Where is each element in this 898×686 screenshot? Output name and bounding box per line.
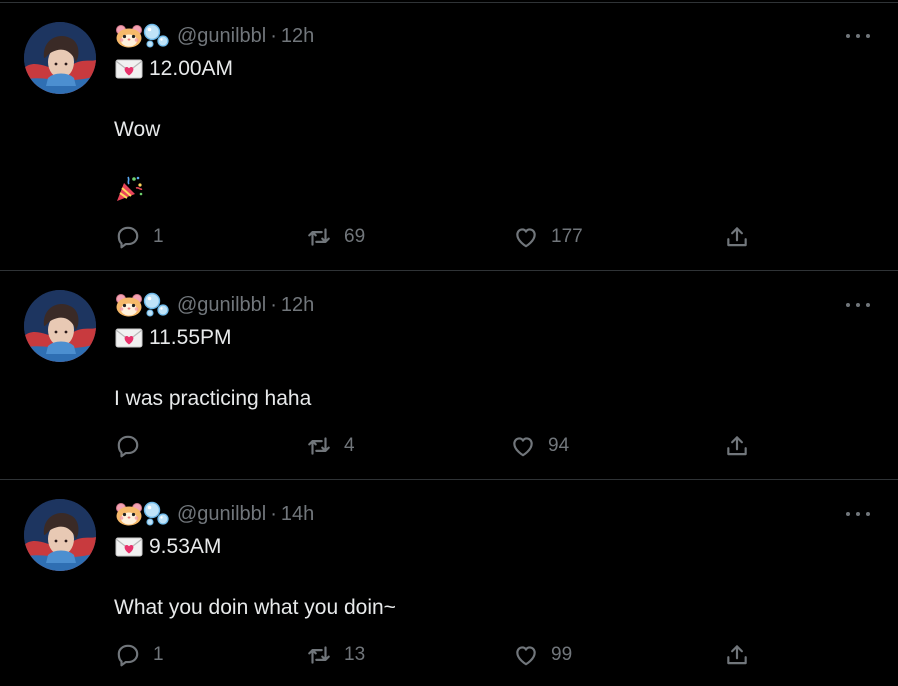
tweet-text: What you doin what you doin~ — [114, 596, 396, 619]
tweet-header: @gunilbbl · 12h — [115, 292, 314, 318]
love-letter-icon — [115, 327, 143, 349]
bubbles-icon — [141, 501, 171, 527]
party-popper-icon — [114, 174, 144, 204]
like-button[interactable]: 99 — [513, 642, 572, 668]
retweet-icon — [308, 437, 330, 455]
retweet-button[interactable]: 13 — [306, 642, 365, 668]
like-button[interactable]: 94 — [510, 433, 569, 459]
tweet-time[interactable]: 14h — [281, 503, 314, 526]
user-handle[interactable]: @gunilbbl — [177, 294, 266, 317]
tweet-time[interactable]: 12h — [281, 294, 314, 317]
tweet[interactable]: @gunilbbl · 12h 11.55PM I was practicing… — [0, 271, 898, 479]
tweet-time-line: 12.00AM — [115, 57, 233, 81]
time-text: 12.00AM — [149, 57, 234, 80]
tweet-header: @gunilbbl · 14h — [115, 501, 314, 527]
share-icon — [727, 645, 747, 665]
tweet[interactable]: @gunilbbl · 12h 12.00AM Wow 1 69 177 — [0, 0, 898, 270]
reply-icon — [117, 644, 139, 667]
like-button[interactable]: 177 — [513, 224, 583, 250]
tweet-text: I was practicing haha — [114, 387, 312, 410]
user-handle[interactable]: @gunilbbl — [177, 503, 266, 526]
time-text: 9.53AM — [149, 535, 222, 558]
reply-count: 1 — [153, 226, 164, 247]
hamster-icon — [115, 502, 143, 526]
heart-icon — [516, 646, 536, 666]
heart-icon — [513, 437, 533, 457]
share-button[interactable] — [724, 433, 750, 459]
more-options-icon[interactable] — [846, 298, 870, 312]
heart-icon — [516, 228, 536, 248]
reply-count: 1 — [153, 644, 164, 665]
tweet-header: @gunilbbl · 12h — [115, 23, 314, 49]
hamster-icon — [115, 293, 143, 317]
share-button[interactable] — [724, 642, 750, 668]
reply-icon — [117, 226, 139, 249]
love-letter-icon — [115, 536, 143, 558]
more-options-icon[interactable] — [846, 507, 870, 521]
tweet-text: Wow — [114, 118, 161, 141]
tweet-time[interactable]: 12h — [281, 25, 314, 48]
more-options-icon[interactable] — [846, 29, 870, 43]
avatar[interactable] — [24, 22, 96, 94]
user-handle[interactable]: @gunilbbl — [177, 25, 266, 48]
like-count: 99 — [551, 644, 573, 665]
retweet-count: 13 — [344, 644, 366, 665]
bubbles-icon — [141, 292, 171, 318]
share-button[interactable] — [724, 224, 750, 250]
retweet-icon — [308, 228, 330, 246]
tweet[interactable]: @gunilbbl · 14h 9.53AM What you doin wha… — [0, 480, 898, 686]
separator-dot: · — [270, 24, 277, 47]
separator-dot: · — [270, 502, 277, 525]
retweet-button[interactable]: 4 — [306, 433, 355, 459]
retweet-count: 69 — [344, 226, 366, 247]
reply-button[interactable] — [115, 433, 153, 459]
hamster-icon — [115, 24, 143, 48]
share-icon — [727, 227, 747, 247]
tweet-time-line: 11.55PM — [115, 326, 232, 350]
avatar[interactable] — [24, 290, 96, 362]
retweet-button[interactable]: 69 — [306, 224, 365, 250]
time-text: 11.55PM — [149, 326, 232, 349]
reply-button[interactable]: 1 — [115, 642, 164, 668]
retweet-icon — [308, 646, 330, 664]
retweet-count: 4 — [344, 435, 355, 456]
like-count: 177 — [551, 226, 583, 247]
tweet-time-line: 9.53AM — [115, 535, 221, 559]
like-count: 94 — [548, 435, 570, 456]
reply-button[interactable]: 1 — [115, 224, 164, 250]
share-icon — [727, 436, 747, 456]
love-letter-icon — [115, 58, 143, 80]
reply-icon — [117, 435, 139, 458]
bubbles-icon — [141, 23, 171, 49]
separator-dot: · — [270, 293, 277, 316]
avatar[interactable] — [24, 499, 96, 571]
